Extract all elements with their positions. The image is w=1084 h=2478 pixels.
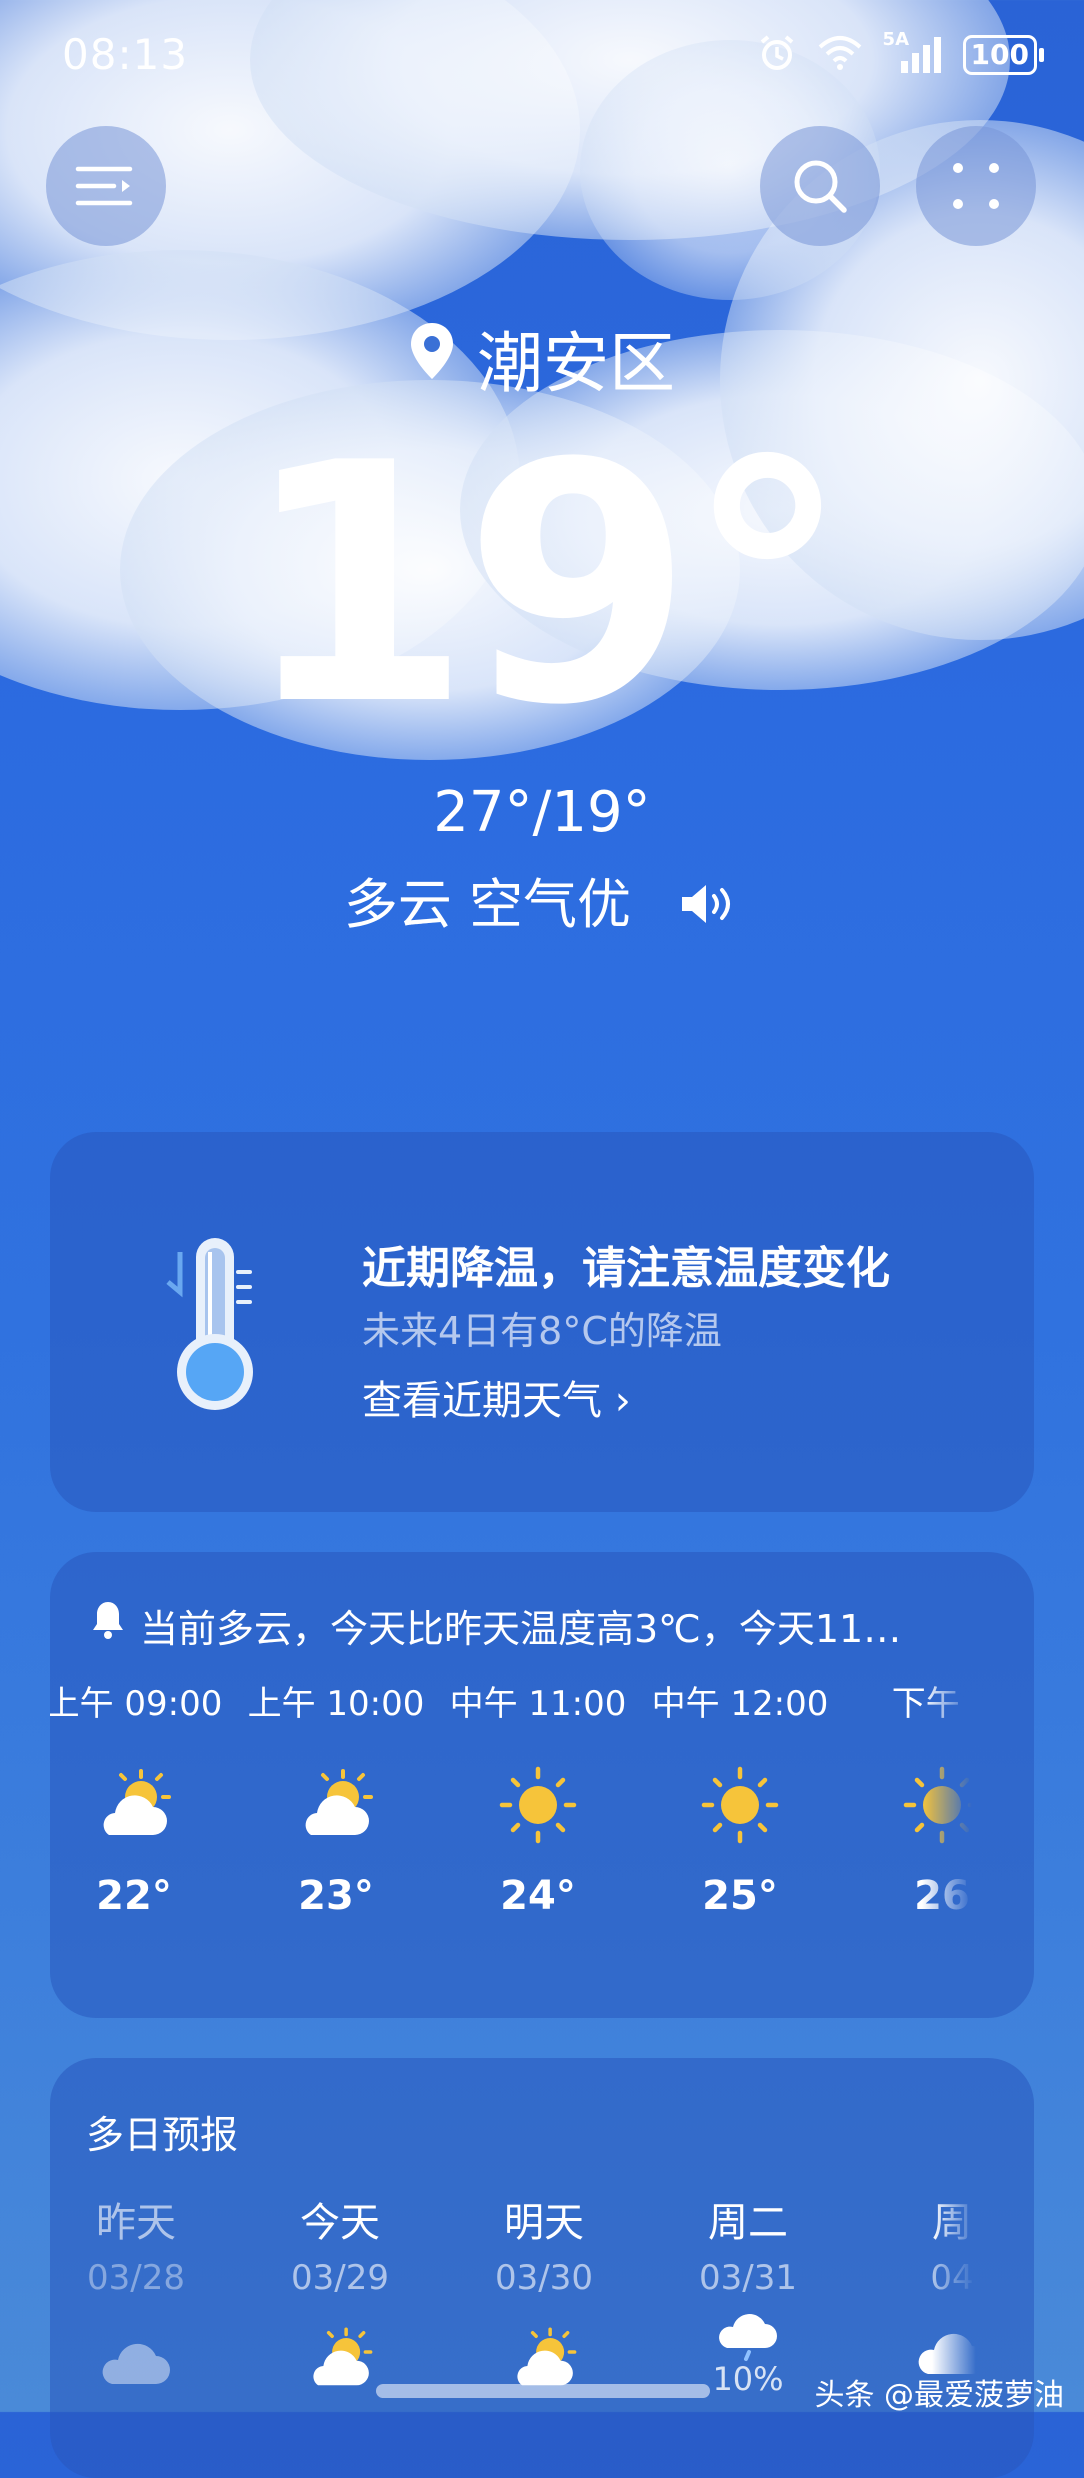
day-name: 今天 bbox=[300, 2200, 380, 2246]
hour-item: 下午 0 26 bbox=[842, 1676, 1034, 1919]
day-item[interactable]: 昨天 03/28 bbox=[50, 2190, 236, 2394]
sunny-icon bbox=[438, 1765, 638, 1845]
day-name: 明天 bbox=[504, 2200, 584, 2246]
thermometer-icon bbox=[160, 1232, 260, 1416]
day-date: 03/31 bbox=[699, 2258, 797, 2298]
hour-temp: 23° bbox=[298, 1873, 374, 1919]
hour-time: 中午 12:00 bbox=[651, 1684, 829, 1724]
sunny-icon bbox=[640, 1765, 840, 1845]
status-icons: 5A 100 bbox=[757, 29, 1044, 80]
home-indicator[interactable] bbox=[376, 2384, 710, 2398]
search-button[interactable] bbox=[760, 126, 880, 246]
more-apps-button[interactable] bbox=[916, 126, 1036, 246]
hour-time: 下午 0 bbox=[891, 1684, 993, 1724]
day-date: 03/29 bbox=[291, 2258, 389, 2298]
hour-temp: 26 bbox=[914, 1873, 970, 1919]
temperature-range: 27°/19° bbox=[433, 780, 651, 845]
grid-dots-icon bbox=[953, 163, 999, 209]
battery-icon: 100 bbox=[962, 35, 1044, 75]
current-temperature: 19° bbox=[241, 393, 850, 777]
hour-item: 中午 11:00 24° bbox=[438, 1676, 638, 1919]
alarm-icon bbox=[757, 33, 797, 77]
hour-temp: 22° bbox=[96, 1873, 172, 1919]
sunny-icon bbox=[842, 1765, 1034, 1845]
location-label[interactable]: 潮安区 bbox=[0, 310, 1084, 406]
menu-button[interactable] bbox=[46, 126, 166, 246]
day-date: 04 bbox=[930, 2258, 974, 2298]
hour-item: 中午 12:00 25° bbox=[640, 1676, 840, 1919]
location-name: 潮安区 bbox=[477, 325, 675, 402]
alert-title: 近期降温，请注意温度变化 bbox=[362, 1243, 890, 1294]
cloudy-icon bbox=[50, 2334, 236, 2394]
day-date: 03/30 bbox=[495, 2258, 593, 2298]
status-time: 08:13 bbox=[62, 30, 189, 79]
status-bar: 08:13 5A 100 bbox=[0, 0, 1084, 110]
battery-level: 100 bbox=[962, 35, 1037, 75]
day-item[interactable]: 周 04 bbox=[852, 2190, 1034, 2384]
weather-condition: 多云 空气优 bbox=[343, 873, 631, 936]
search-icon bbox=[794, 160, 847, 213]
view-recent-weather-link[interactable]: 查看近期天气 › bbox=[362, 1368, 631, 1426]
hourly-summary: 当前多云，今天比昨天温度高3℃，今天11… bbox=[140, 1607, 902, 1651]
daily-forecast-title: 多日预报 bbox=[86, 2113, 239, 2157]
day-date: 03/28 bbox=[87, 2258, 185, 2298]
day-item[interactable]: 今天 03/29 bbox=[240, 2190, 440, 2398]
partly-cloudy-icon bbox=[50, 1765, 234, 1845]
hour-temp: 24° bbox=[500, 1873, 576, 1919]
day-name: 昨天 bbox=[96, 2200, 176, 2246]
hour-time: 上午 10:00 bbox=[247, 1684, 425, 1724]
day-item[interactable]: 明天 03/30 bbox=[444, 2190, 644, 2398]
condition-line: 多云 空气优 bbox=[0, 860, 1084, 940]
hour-time: 上午 09:00 bbox=[50, 1684, 223, 1724]
location-pin-icon bbox=[409, 320, 455, 397]
bell-icon bbox=[90, 1598, 126, 1644]
rain-icon bbox=[648, 2312, 848, 2366]
hour-time: 中午 11:00 bbox=[449, 1684, 627, 1724]
alert-subtitle: 未来4日有8°C的降温 bbox=[362, 1309, 722, 1353]
day-name: 周 bbox=[932, 2200, 972, 2246]
hour-temp: 25° bbox=[702, 1873, 778, 1919]
temperature-alert-card[interactable]: 近期降温，请注意温度变化 未来4日有8°C的降温 查看近期天气 › bbox=[50, 1132, 1034, 1512]
hour-item: 上午 09:00 22° bbox=[50, 1676, 234, 1919]
hourly-forecast-card: 当前多云，今天比昨天温度高3℃，今天11… 上午 09:00 22° 上午 10… bbox=[50, 1552, 1034, 2018]
day-item[interactable]: 周二 03/31 10% bbox=[648, 2190, 848, 2398]
menu-icon bbox=[75, 166, 133, 206]
day-name: 周二 bbox=[708, 2200, 788, 2246]
hour-item: 上午 10:00 23° bbox=[236, 1676, 436, 1919]
signal-icon: 5A bbox=[883, 29, 943, 77]
daily-forecast-card: 多日预报 昨天 03/28 今天 03/29 明天 03/30 周二 03/31… bbox=[50, 2058, 1034, 2478]
speaker-icon[interactable] bbox=[678, 877, 740, 940]
watermark: 头条 @最爱菠萝油 bbox=[814, 2378, 1064, 2413]
wifi-icon bbox=[817, 35, 863, 75]
partly-cloudy-icon bbox=[236, 1765, 436, 1845]
